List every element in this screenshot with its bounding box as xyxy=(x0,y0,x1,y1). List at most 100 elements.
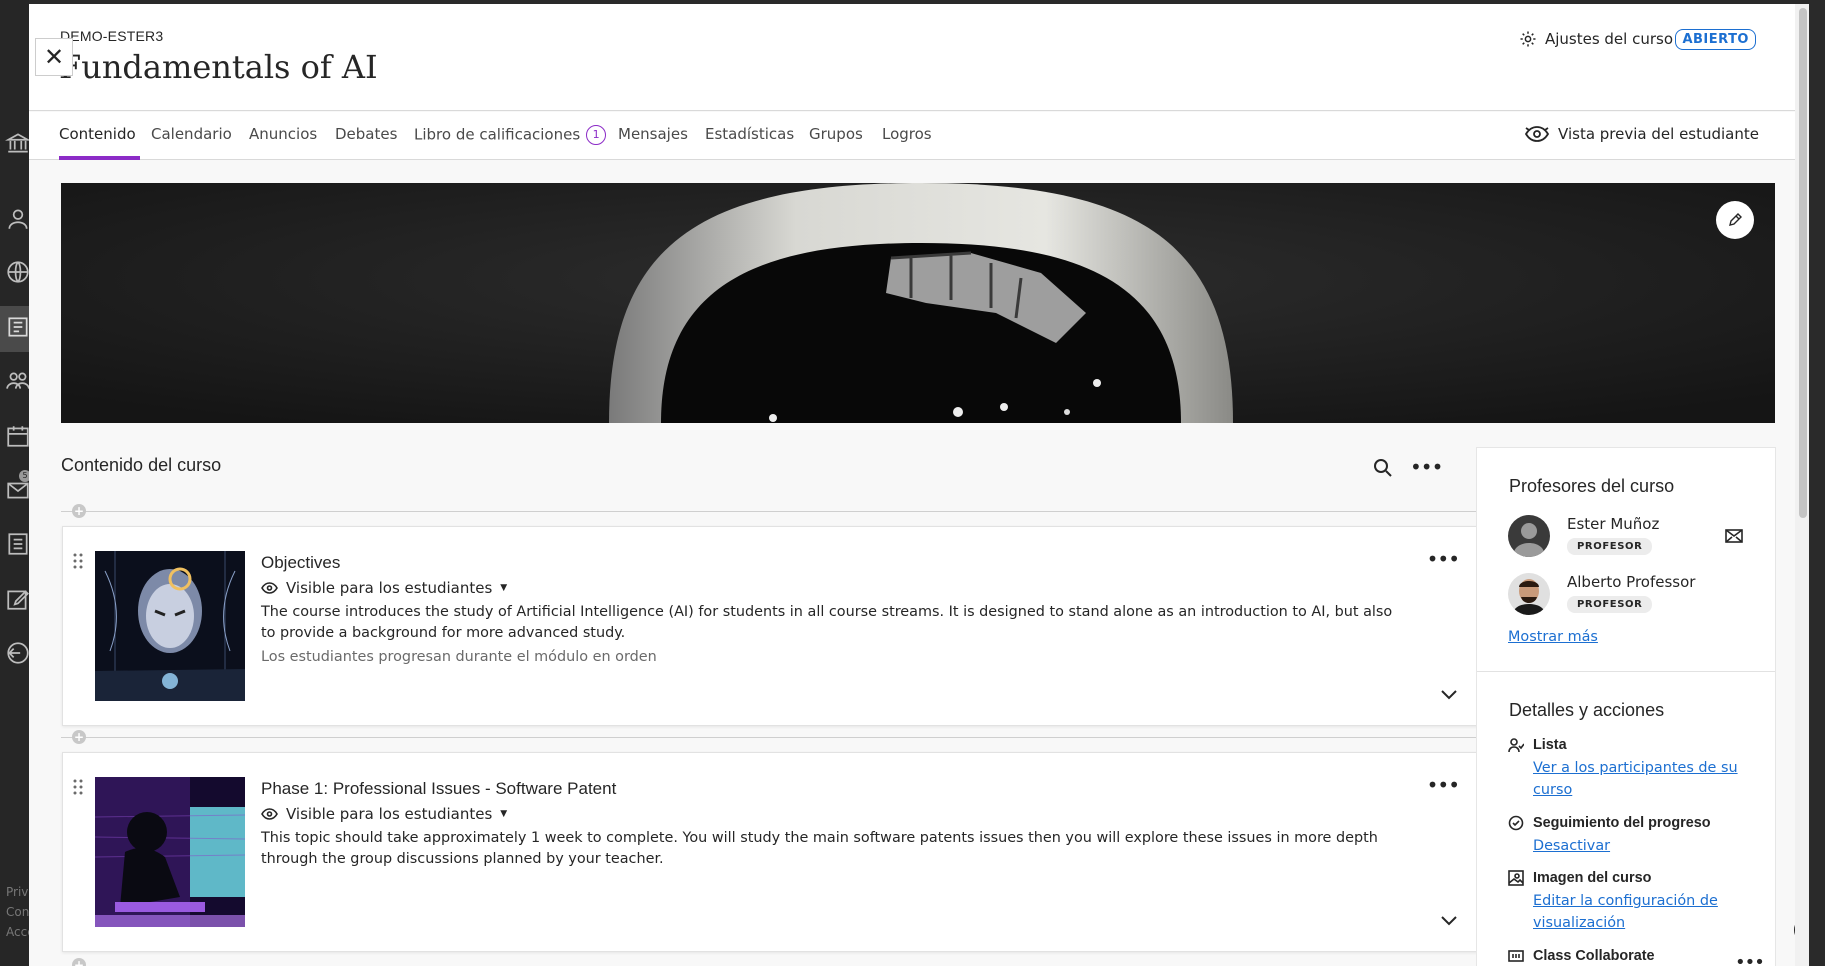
tab-contenido[interactable]: Contenido xyxy=(59,125,136,143)
instructors-heading: Profesores del curso xyxy=(1509,476,1675,496)
drag-handle-icon[interactable] xyxy=(73,779,83,795)
content-module[interactable]: Objectives Visible para los estudiantes … xyxy=(62,526,1482,726)
sidebar-divider xyxy=(1477,671,1775,672)
ellipsis-icon: ••• xyxy=(1735,952,1765,966)
edit-display-settings-link[interactable]: Editar la configuración de visualización xyxy=(1533,890,1743,934)
student-preview-icon xyxy=(1524,126,1550,142)
collaborate-icon xyxy=(1508,950,1524,962)
show-more-instructors-link[interactable]: Mostrar más xyxy=(1508,626,1598,648)
drag-handle-icon[interactable] xyxy=(73,553,83,569)
details-heading: Detalles y acciones xyxy=(1509,700,1665,720)
deactivate-progress-link[interactable]: Desactivar xyxy=(1533,835,1610,857)
course-status-badge[interactable]: ABIERTO xyxy=(1675,29,1756,50)
content-divider xyxy=(61,511,1483,512)
instructor-name[interactable]: Ester Muñoz xyxy=(1567,515,1659,533)
instructor-role-badge: PROFESOR xyxy=(1567,538,1653,555)
content-more-options-button[interactable]: ••• xyxy=(1410,457,1443,477)
visibility-dropdown[interactable]: Visible para los estudiantes ▼ xyxy=(261,805,507,823)
course-settings-button[interactable]: Ajustes del curso xyxy=(1519,30,1673,48)
tab-anuncios[interactable]: Anuncios xyxy=(249,125,317,143)
student-preview-button[interactable]: Vista previa del estudiante xyxy=(1524,124,1759,144)
eye-icon xyxy=(261,808,278,820)
organizations-icon[interactable] xyxy=(5,368,29,392)
tab-mensajes[interactable]: Mensajes xyxy=(618,125,688,143)
visibility-dropdown[interactable]: Visible para los estudiantes ▼ xyxy=(261,579,507,597)
eye-icon xyxy=(261,582,278,594)
caret-down-icon: ▼ xyxy=(500,809,508,819)
tab-gradebook-label: Libro de calificaciones xyxy=(414,125,581,144)
module-title[interactable]: Objectives xyxy=(261,553,340,573)
tab-calendario[interactable]: Calendario xyxy=(151,125,232,143)
visibility-label: Visible para los estudiantes xyxy=(286,805,493,823)
view-participants-link[interactable]: Ver a los participantes de su curso xyxy=(1533,757,1743,801)
module-thumbnail-image xyxy=(95,551,245,701)
accessibility-link[interactable]: Acce xyxy=(6,925,29,939)
class-collaborate-label: Class Collaborate xyxy=(1533,948,1655,964)
content-divider xyxy=(61,737,1483,738)
image-icon xyxy=(1508,870,1524,886)
visibility-label: Visible para los estudiantes xyxy=(286,579,493,597)
pencil-icon xyxy=(1729,213,1742,226)
module-more-options-button[interactable]: ••• xyxy=(1426,773,1460,797)
avatar[interactable] xyxy=(1508,515,1550,557)
globe-icon[interactable] xyxy=(5,259,29,283)
chevron-down-icon[interactable] xyxy=(1439,915,1459,927)
module-description: The course introduces the study of Artif… xyxy=(261,604,1393,641)
tools-icon[interactable] xyxy=(5,586,29,610)
course-tabs: Contenido Calendario Anuncios Debates Li… xyxy=(29,112,1809,160)
module-more-options-button[interactable]: ••• xyxy=(1426,547,1460,571)
course-image-label: Imagen del curso xyxy=(1533,870,1652,886)
course-details-sidebar: Profesores del curso Ester Muñoz PROFESO… xyxy=(1476,447,1776,966)
ellipsis-icon: ••• xyxy=(1426,773,1460,797)
instructor-role-badge: PROFESOR xyxy=(1567,596,1653,613)
collaborate-more-options-button[interactable]: ••• xyxy=(1735,952,1765,966)
profile-icon[interactable] xyxy=(5,206,29,230)
edit-banner-button[interactable] xyxy=(1716,201,1754,239)
grades-icon[interactable] xyxy=(5,531,29,555)
calendar-icon[interactable] xyxy=(5,423,29,447)
courses-icon[interactable] xyxy=(5,314,29,338)
course-settings-label: Ajustes del curso xyxy=(1544,30,1673,48)
add-content-button[interactable]: + xyxy=(72,504,86,518)
student-preview-label: Vista previa del estudiante xyxy=(1558,125,1759,143)
gradebook-count-badge: 1 xyxy=(586,125,607,145)
content-module[interactable]: Phase 1: Professional Issues - Software … xyxy=(62,752,1482,952)
close-icon: ✕ xyxy=(43,43,65,71)
tab-estadisticas[interactable]: Estadísticas xyxy=(705,125,794,143)
search-icon[interactable] xyxy=(1372,457,1394,479)
left-nav-rail: 5 Priva Con Acce xyxy=(0,0,31,966)
module-thumbnail-image xyxy=(95,777,245,927)
progress-check-icon xyxy=(1508,815,1524,831)
add-content-button[interactable]: + xyxy=(72,730,86,744)
module-description: This topic should take approximately 1 w… xyxy=(261,830,1378,867)
terms-link[interactable]: Con xyxy=(6,905,29,919)
ellipsis-icon: ••• xyxy=(1426,547,1460,571)
scrollbar-thumb[interactable] xyxy=(1799,8,1807,518)
chevron-down-icon[interactable] xyxy=(1439,689,1459,701)
course-header: DEMO-ESTER3 Fundamentals of AI Ajustes d… xyxy=(29,4,1809,111)
progress-tracking-label: Seguimiento del progreso xyxy=(1533,815,1711,831)
close-course-button[interactable]: ✕ xyxy=(35,38,73,76)
privacy-link[interactable]: Priva xyxy=(6,885,29,899)
institution-icon[interactable] xyxy=(5,130,29,154)
course-panel: ✕ DEMO-ESTER3 Fundamentals of AI Ajustes… xyxy=(29,4,1809,966)
tab-libro-de-calificaciones[interactable]: Libro de calificaciones 1 xyxy=(414,125,607,145)
tab-logros[interactable]: Logros xyxy=(882,125,932,143)
course-title: Fundamentals of AI xyxy=(59,48,378,86)
roster-icon xyxy=(1508,738,1524,753)
caret-down-icon: ▼ xyxy=(500,583,508,593)
tab-grupos[interactable]: Grupos xyxy=(809,125,863,143)
instructor-name[interactable]: Alberto Professor xyxy=(1567,573,1695,591)
module-title[interactable]: Phase 1: Professional Issues - Software … xyxy=(261,779,616,799)
course-banner-image xyxy=(61,183,1775,423)
mail-icon[interactable] xyxy=(1725,529,1743,543)
sign-out-icon[interactable] xyxy=(5,640,29,664)
active-tab-indicator xyxy=(59,156,140,160)
roster-label: Lista xyxy=(1533,737,1567,753)
tab-debates[interactable]: Debates xyxy=(335,125,397,143)
add-content-button[interactable]: + xyxy=(72,958,86,966)
avatar[interactable] xyxy=(1508,573,1550,615)
course-code: DEMO-ESTER3 xyxy=(60,28,164,44)
ellipsis-icon: ••• xyxy=(1410,455,1443,479)
course-content-heading: Contenido del curso xyxy=(61,455,222,475)
